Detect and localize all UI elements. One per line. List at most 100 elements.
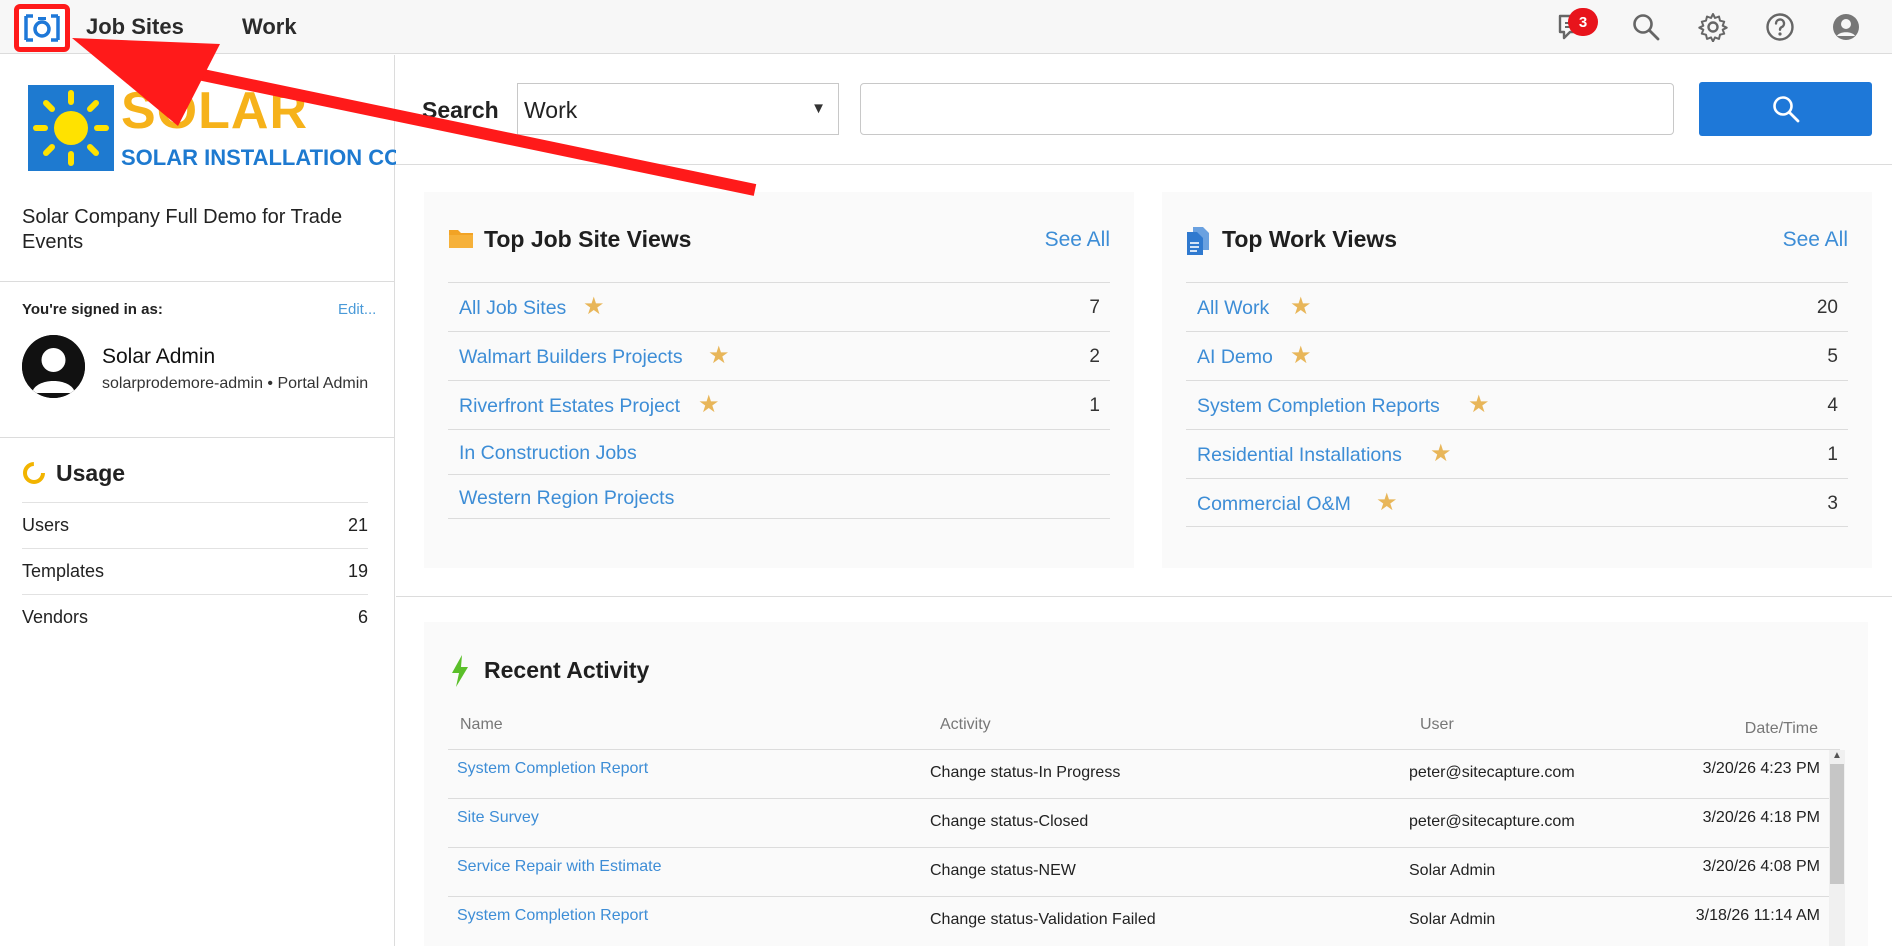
activity-date: 3/20/26 4:08 PM [1702, 858, 1820, 875]
activity-description: Change status-NEW [930, 862, 1076, 879]
usage-label: Vendors [22, 607, 89, 627]
view-count: 20 [1816, 297, 1838, 318]
lightning-icon [450, 655, 470, 687]
usage-row-vendors: Vendors 6 [22, 594, 368, 640]
gear-icon[interactable] [1696, 10, 1730, 44]
list-item[interactable]: Riverfront Estates Project ★ 1 [448, 380, 1110, 429]
activity-user: Solar Admin [1409, 862, 1496, 879]
user-icon[interactable] [1829, 10, 1863, 44]
column-header-name: Name [460, 716, 503, 733]
job-site-views-title: Top Job Site Views [484, 226, 692, 252]
scroll-up-icon[interactable]: ▲ [1832, 750, 1842, 761]
star-icon[interactable]: ★ [708, 341, 730, 370]
list-item[interactable]: All Work ★ 20 [1186, 282, 1848, 331]
activity-date: 3/20/26 4:18 PM [1702, 809, 1820, 826]
view-count: 2 [1089, 346, 1100, 367]
edit-profile-link[interactable]: Edit... [338, 301, 376, 318]
nav-job-sites[interactable]: Job Sites [86, 14, 184, 40]
table-row: Site Survey Change status-Closed peter@s… [448, 798, 1840, 847]
activity-user: Solar Admin [1409, 911, 1496, 928]
list-item[interactable]: Western Region Projects [448, 474, 1110, 519]
app-logo-icon[interactable] [14, 4, 70, 52]
activity-item-link[interactable]: System Completion Report [457, 907, 648, 925]
view-name[interactable]: AI Demo [1197, 346, 1273, 369]
work-views-see-all[interactable]: See All [1783, 228, 1848, 252]
list-item[interactable]: AI Demo ★ 5 [1186, 331, 1848, 380]
usage-row-templates: Templates 19 [22, 548, 368, 594]
view-name[interactable]: All Job Sites [459, 297, 566, 320]
activity-item-link[interactable]: System Completion Report [457, 760, 648, 778]
usage-value: 19 [347, 561, 368, 581]
sidebar-divider [0, 281, 394, 282]
search-input[interactable] [860, 83, 1674, 135]
star-icon[interactable]: ★ [1290, 341, 1312, 370]
table-row: System Completion Report Change status-V… [448, 896, 1840, 945]
view-name[interactable]: Walmart Builders Projects [459, 346, 683, 369]
view-count: 1 [1827, 444, 1838, 465]
usage-row-users: Users 21 [22, 502, 368, 548]
usage-title: Usage [56, 460, 126, 486]
document-icon [1186, 226, 1212, 255]
view-name[interactable]: System Completion Reports [1197, 395, 1440, 418]
brand-wordmark: SOLAR [121, 82, 308, 140]
list-item[interactable]: All Job Sites ★ 7 [448, 282, 1110, 331]
usage-label: Users [22, 515, 70, 535]
table-row: Service Repair with Estimate Change stat… [448, 847, 1840, 896]
activity-date: 3/18/26 11:14 AM [1695, 907, 1820, 924]
view-count: 4 [1827, 395, 1838, 416]
activity-item-link[interactable]: Service Repair with Estimate [457, 858, 662, 876]
star-icon[interactable]: ★ [698, 390, 720, 419]
usage-value: 6 [357, 607, 368, 627]
list-item[interactable]: System Completion Reports ★ 4 [1186, 380, 1848, 429]
list-item[interactable]: Residential Installations ★ 1 [1186, 429, 1848, 478]
signed-in-label: You're signed in as: [22, 301, 163, 318]
user-role: solarprodemore-admin • Portal Admin [102, 375, 369, 392]
list-item[interactable]: In Construction Jobs [448, 429, 1110, 474]
help-icon[interactable] [1763, 10, 1797, 44]
company-name: Solar Company Full Demo for Trade Events [22, 206, 343, 253]
view-name[interactable]: Commercial O&M [1197, 493, 1351, 516]
sun-logo-icon [28, 85, 114, 171]
star-icon[interactable]: ★ [1290, 292, 1312, 321]
star-icon[interactable]: ★ [583, 292, 605, 321]
top-nav-bar: Job Sites Work 3 [0, 0, 1892, 54]
activity-user: peter@sitecapture.com [1409, 813, 1575, 830]
view-name[interactable]: All Work [1197, 297, 1269, 320]
brand-subtitle: SOLAR INSTALLATION CO. [121, 145, 408, 170]
user-name: Solar Admin [102, 345, 216, 368]
view-name[interactable]: In Construction Jobs [459, 442, 637, 465]
view-name[interactable]: Riverfront Estates Project [459, 395, 680, 418]
activity-item-link[interactable]: Site Survey [457, 809, 539, 827]
usage-value: 21 [347, 515, 368, 535]
view-name[interactable]: Western Region Projects [459, 487, 674, 510]
search-scope-select[interactable]: Work ▼ [517, 83, 839, 135]
search-icon[interactable] [1629, 10, 1663, 44]
job-site-views-card: Top Job Site Views See All All Job Sites… [424, 192, 1134, 568]
view-count: 1 [1089, 395, 1100, 416]
search-icon [1772, 96, 1799, 123]
scroll-thumb[interactable] [1830, 764, 1844, 884]
activity-user: peter@sitecapture.com [1409, 764, 1575, 781]
star-icon[interactable]: ★ [1376, 488, 1398, 517]
activity-scrollbar[interactable]: ▲ [1829, 750, 1845, 946]
activity-description: Change status-In Progress [930, 764, 1121, 781]
job-site-views-see-all[interactable]: See All [1045, 228, 1110, 252]
view-name[interactable]: Residential Installations [1197, 444, 1402, 467]
list-item[interactable]: Commercial O&M ★ 3 [1186, 478, 1848, 527]
company-logo: SOLAR SOLAR INSTALLATION CO. [28, 82, 407, 175]
notification-badge: 3 [1568, 8, 1598, 36]
search-bar: Search Work ▼ [396, 55, 1892, 165]
search-label: Search [422, 97, 499, 123]
nav-work[interactable]: Work [242, 14, 297, 40]
left-sidebar: SOLAR SOLAR INSTALLATION CO. Solar Compa… [0, 55, 407, 946]
view-count: 7 [1089, 297, 1100, 318]
usage-label: Templates [22, 561, 105, 581]
column-header-activity: Activity [940, 716, 991, 733]
work-views-title: Top Work Views [1222, 226, 1398, 252]
star-icon[interactable]: ★ [1468, 390, 1490, 419]
star-icon[interactable]: ★ [1430, 439, 1452, 468]
search-button[interactable] [1699, 82, 1872, 136]
column-header-user: User [1420, 716, 1454, 733]
list-item[interactable]: Walmart Builders Projects ★ 2 [448, 331, 1110, 380]
view-count: 3 [1827, 493, 1838, 514]
